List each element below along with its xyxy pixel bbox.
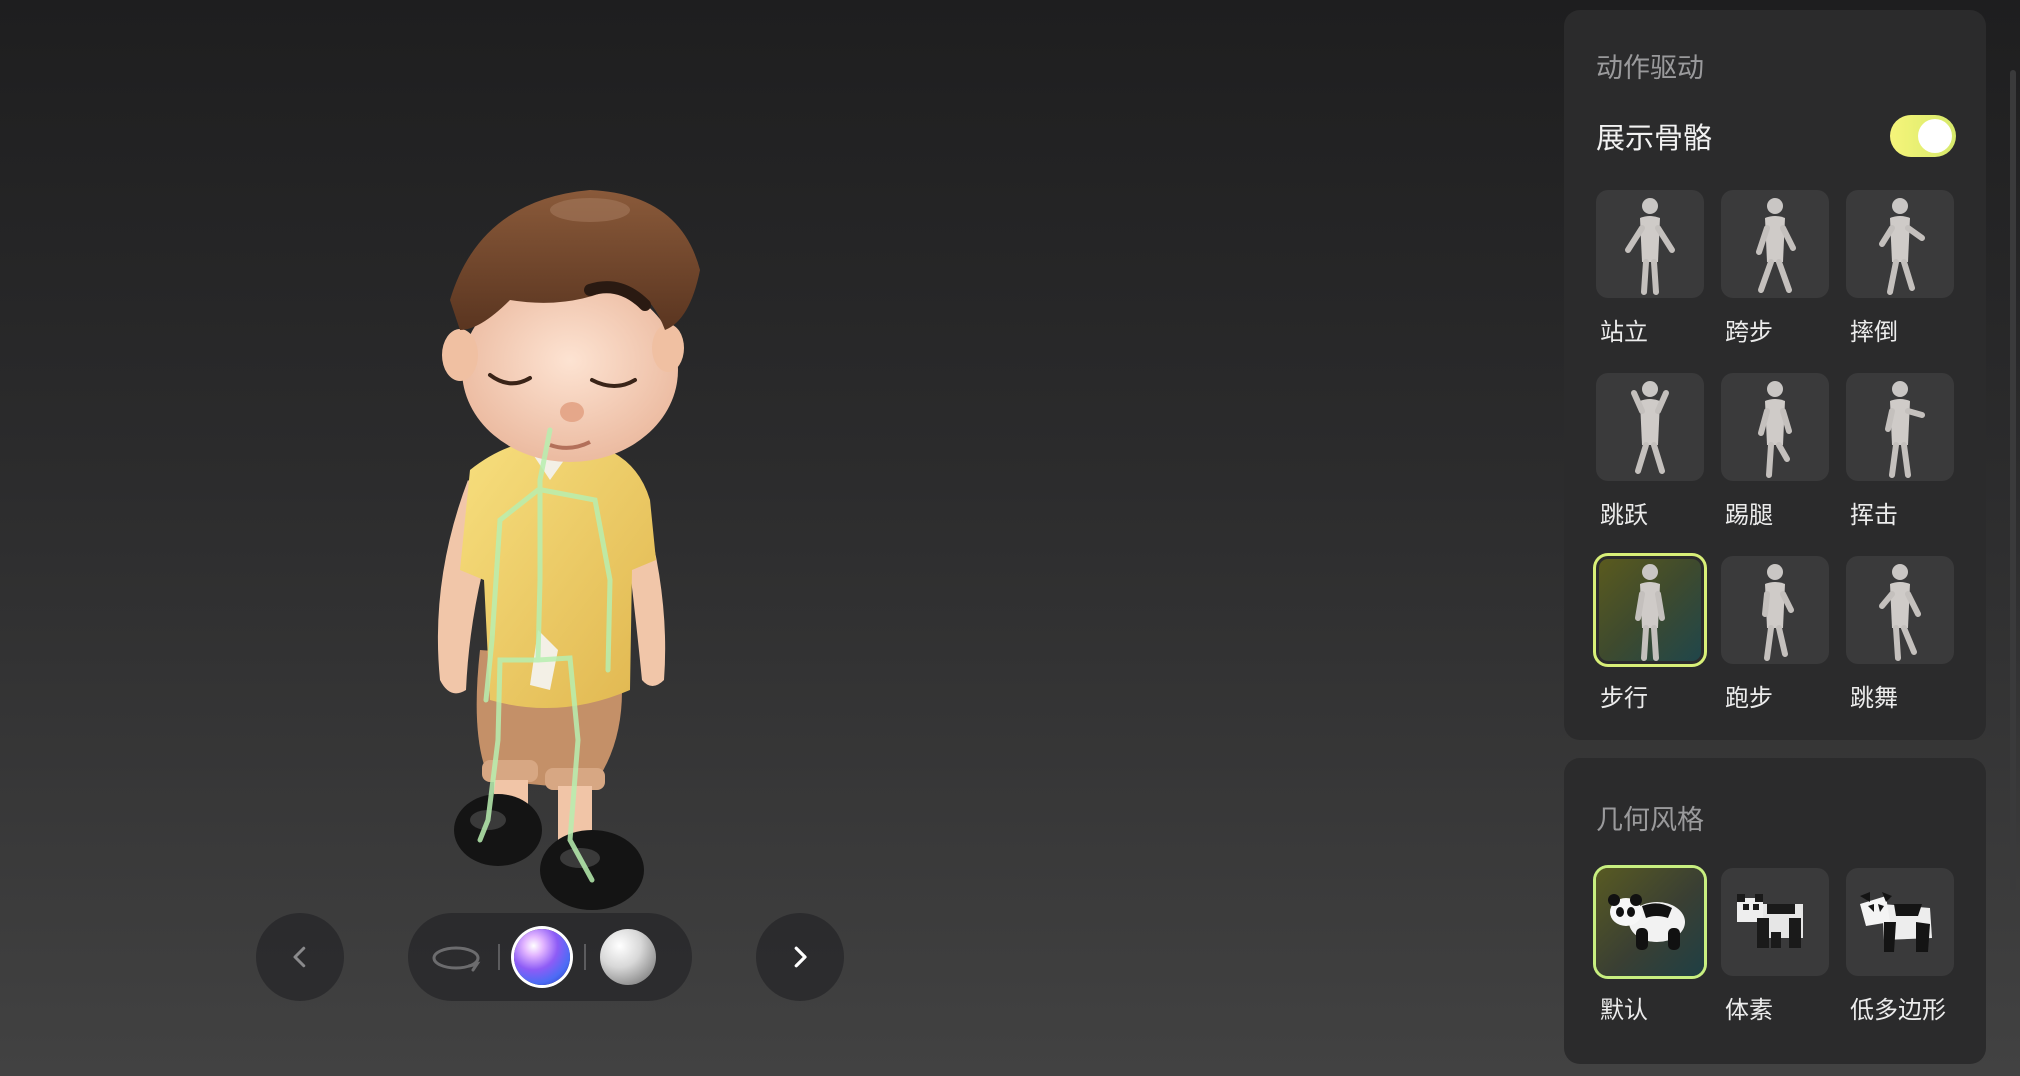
style-option-default[interactable]: 默认 (1596, 868, 1704, 1025)
pose-label: 跨步 (1725, 318, 1773, 346)
pose-thumbnail (1846, 190, 1954, 298)
pose-option-walk[interactable]: 步行 (1596, 556, 1704, 713)
previous-button[interactable] (256, 913, 344, 1001)
pose-label: 步行 (1600, 684, 1648, 712)
pose-thumbnail (1721, 190, 1829, 298)
3d-viewport[interactable] (0, 0, 1540, 1076)
pose-option-dance[interactable]: 跳舞 (1846, 556, 1954, 713)
geometry-panel-title: 几何风格 (1596, 805, 1704, 836)
rotate-button[interactable] (428, 937, 484, 977)
style-label: 默认 (1600, 996, 1648, 1024)
style-option-lowpoly[interactable]: 低多边形 (1846, 868, 1954, 1025)
show-skeleton-label: 展示骨骼 (1596, 121, 1713, 155)
mannequin-figure (1758, 381, 1792, 478)
mannequin-figure (1879, 564, 1921, 661)
viewer-controls (0, 913, 1000, 1001)
motion-driver-panel: 动作驱动 展示骨骼 站立 跨步 摔倒跳跃 踢腿 挥击步行 跑步 跳舞 (1564, 10, 1986, 740)
style-thumbnail (1721, 868, 1829, 976)
toolbar-divider (498, 944, 500, 970)
pose-label: 跑步 (1725, 684, 1773, 712)
gradient-material-button[interactable] (514, 929, 570, 985)
panda-figure (1737, 894, 1803, 948)
pose-option-punch[interactable]: 挥击 (1846, 373, 1954, 530)
style-option-voxel[interactable]: 体素 (1721, 868, 1829, 1025)
pose-option-fall[interactable]: 摔倒 (1846, 190, 1954, 347)
mannequin-figure (1885, 381, 1925, 478)
style-thumbnail (1596, 868, 1704, 976)
pose-label: 摔倒 (1850, 318, 1898, 346)
character-model[interactable] (420, 180, 750, 920)
show-skeleton-toggle[interactable] (1890, 115, 1956, 157)
pose-thumbnail (1721, 373, 1829, 481)
mannequin-figure (1635, 564, 1665, 661)
pose-option-kick[interactable]: 踢腿 (1721, 373, 1829, 530)
mannequin-figure (1879, 198, 1925, 295)
pose-grid: 站立 跨步 摔倒跳跃 踢腿 挥击步行 跑步 跳舞 (1596, 190, 1956, 713)
mannequin-figure (1625, 198, 1675, 295)
next-button[interactable] (756, 913, 844, 1001)
panel-scrollbar[interactable] (2010, 70, 2016, 890)
toggle-knob (1918, 119, 1952, 153)
pose-option-stride[interactable]: 跨步 (1721, 190, 1829, 347)
pose-label: 跳跃 (1600, 501, 1648, 529)
pose-label: 跳舞 (1850, 684, 1898, 712)
mannequin-figure (1762, 564, 1794, 661)
side-panel: 动作驱动 展示骨骼 站立 跨步 摔倒跳跃 踢腿 挥击步行 跑步 跳舞 几何风格 默认 体素 低多… (1540, 0, 2020, 1076)
style-label: 体素 (1725, 996, 1773, 1024)
pose-label: 踢腿 (1725, 501, 1773, 529)
pose-label: 站立 (1600, 318, 1648, 346)
pose-thumbnail (1596, 190, 1704, 298)
panda-figure (1608, 894, 1685, 950)
pose-thumbnail (1721, 556, 1829, 664)
pose-thumbnail (1846, 556, 1954, 664)
pose-thumbnail (1596, 373, 1704, 481)
pose-option-stand[interactable]: 站立 (1596, 190, 1704, 347)
viewer-toolbar (408, 913, 692, 1001)
pose-option-jump[interactable]: 跳跃 (1596, 373, 1704, 530)
rotate-icon (432, 946, 481, 972)
panda-figure (1860, 892, 1932, 952)
mannequin-figure (1631, 381, 1669, 474)
pose-thumbnail (1596, 556, 1704, 664)
chevron-left-icon (293, 946, 306, 968)
pose-option-run[interactable]: 跑步 (1721, 556, 1829, 713)
style-thumbnail (1846, 868, 1954, 976)
mannequin-figure (1756, 198, 1796, 293)
geometry-style-panel: 几何风格 默认 体素 低多边形 (1564, 758, 1986, 1064)
motion-panel-title: 动作驱动 (1596, 53, 1704, 84)
chevron-right-icon (794, 946, 807, 968)
toolbar-divider (584, 944, 586, 970)
show-skeleton-row: 展示骨骼 (1596, 114, 1956, 158)
pose-label: 挥击 (1850, 501, 1898, 529)
plain-material-button[interactable] (600, 929, 656, 985)
pose-thumbnail (1846, 373, 1954, 481)
style-label: 低多边形 (1850, 996, 1946, 1024)
style-grid: 默认 体素 低多边形 (1596, 868, 1956, 1025)
